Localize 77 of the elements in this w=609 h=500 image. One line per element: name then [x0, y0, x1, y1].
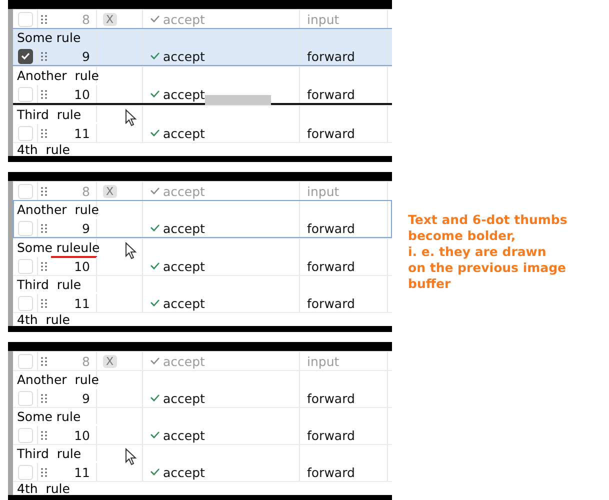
direction-text: forward	[307, 390, 355, 406]
tag: X	[103, 354, 117, 368]
direction-text: forward	[307, 220, 355, 236]
action-text: accept	[163, 12, 205, 26]
check-icon	[150, 394, 160, 402]
check-icon	[150, 262, 160, 270]
check-icon	[150, 468, 160, 476]
tag: X	[103, 12, 117, 26]
tag: X	[103, 184, 117, 198]
rule-name: Another rule	[17, 372, 99, 386]
action-text: accept	[163, 258, 205, 274]
drag-handle-icon[interactable]	[41, 430, 47, 440]
rule-name: Some rule	[17, 408, 81, 424]
direction-text: forward	[307, 296, 355, 310]
check-icon	[150, 224, 160, 232]
check-icon	[150, 299, 160, 307]
check-icon	[150, 129, 160, 137]
focused-rule-row[interactable]: Another rule 9 accept forward	[13, 200, 392, 238]
action-text: accept	[163, 126, 205, 140]
drag-handle-icon[interactable]	[41, 52, 47, 60]
rule-name: Some rule	[17, 30, 81, 44]
action-text: accept	[163, 464, 205, 480]
checkmark-icon	[21, 52, 30, 60]
rule-number: 11	[74, 296, 91, 310]
action-text: accept	[163, 428, 205, 442]
check-icon	[150, 431, 160, 439]
direction-text: forward	[307, 428, 355, 442]
action-text: accept	[163, 86, 205, 102]
drag-handle-icon[interactable]	[41, 128, 47, 138]
annotation-text: Text and 6-dot thumbs become bolder, i. e. they are drawn on the previous image buffer	[408, 212, 568, 292]
rule-number: 11	[74, 464, 91, 480]
direction-text: forward	[307, 126, 355, 140]
rule-name: Third rule	[17, 446, 82, 460]
check-icon	[150, 187, 160, 195]
drag-handle-icon[interactable]	[41, 468, 47, 476]
check-icon	[150, 90, 160, 98]
action-text: accept	[163, 354, 205, 368]
rule-number: 9	[82, 220, 91, 236]
check-icon	[150, 52, 160, 60]
rule-number: 9	[82, 48, 91, 64]
rule-number: 8	[82, 184, 91, 198]
rule-name: Third rule	[17, 106, 82, 122]
direction-text: input	[307, 354, 340, 368]
drag-handle-icon[interactable]	[41, 298, 47, 308]
drag-handle-icon[interactable]	[41, 90, 47, 98]
check-icon	[150, 357, 160, 365]
rule-number: 8	[82, 354, 91, 368]
rule-number: 11	[74, 126, 91, 140]
action-text: accept	[163, 390, 205, 406]
selected-rule-row[interactable]: Some rule 9 accept forward	[13, 28, 392, 66]
direction-text: forward	[307, 48, 355, 64]
rule-number: 8	[82, 12, 91, 26]
direction-text: input	[307, 12, 340, 26]
action-text: accept	[163, 220, 205, 236]
action-text: accept	[163, 184, 205, 198]
rule-name: 4th rule	[13, 142, 392, 156]
check-icon	[150, 15, 160, 23]
direction-text: forward	[307, 464, 355, 480]
rule-name: 4th rule	[13, 481, 392, 495]
rule-number: 9	[82, 390, 91, 406]
rule-name: Another rule	[17, 202, 99, 216]
rule-number: 10	[74, 428, 91, 442]
rule-name: 4th rule	[13, 312, 392, 326]
rule-number: 10	[74, 258, 91, 274]
direction-text: forward	[307, 258, 355, 274]
action-text: accept	[163, 48, 205, 64]
action-text: accept	[163, 296, 205, 310]
direction-text: input	[307, 184, 340, 198]
direction-text: forward	[307, 86, 355, 102]
rule-name: Some ruleule	[17, 240, 100, 254]
rule-name: Another rule	[17, 68, 99, 82]
drag-handle-icon[interactable]	[41, 224, 47, 232]
rule-name: Third rule	[17, 276, 82, 292]
rule-number: 10	[74, 86, 91, 102]
drag-handle-icon[interactable]	[41, 394, 47, 402]
checkbox[interactable]	[18, 48, 33, 64]
drag-handle-icon[interactable]	[41, 262, 47, 270]
